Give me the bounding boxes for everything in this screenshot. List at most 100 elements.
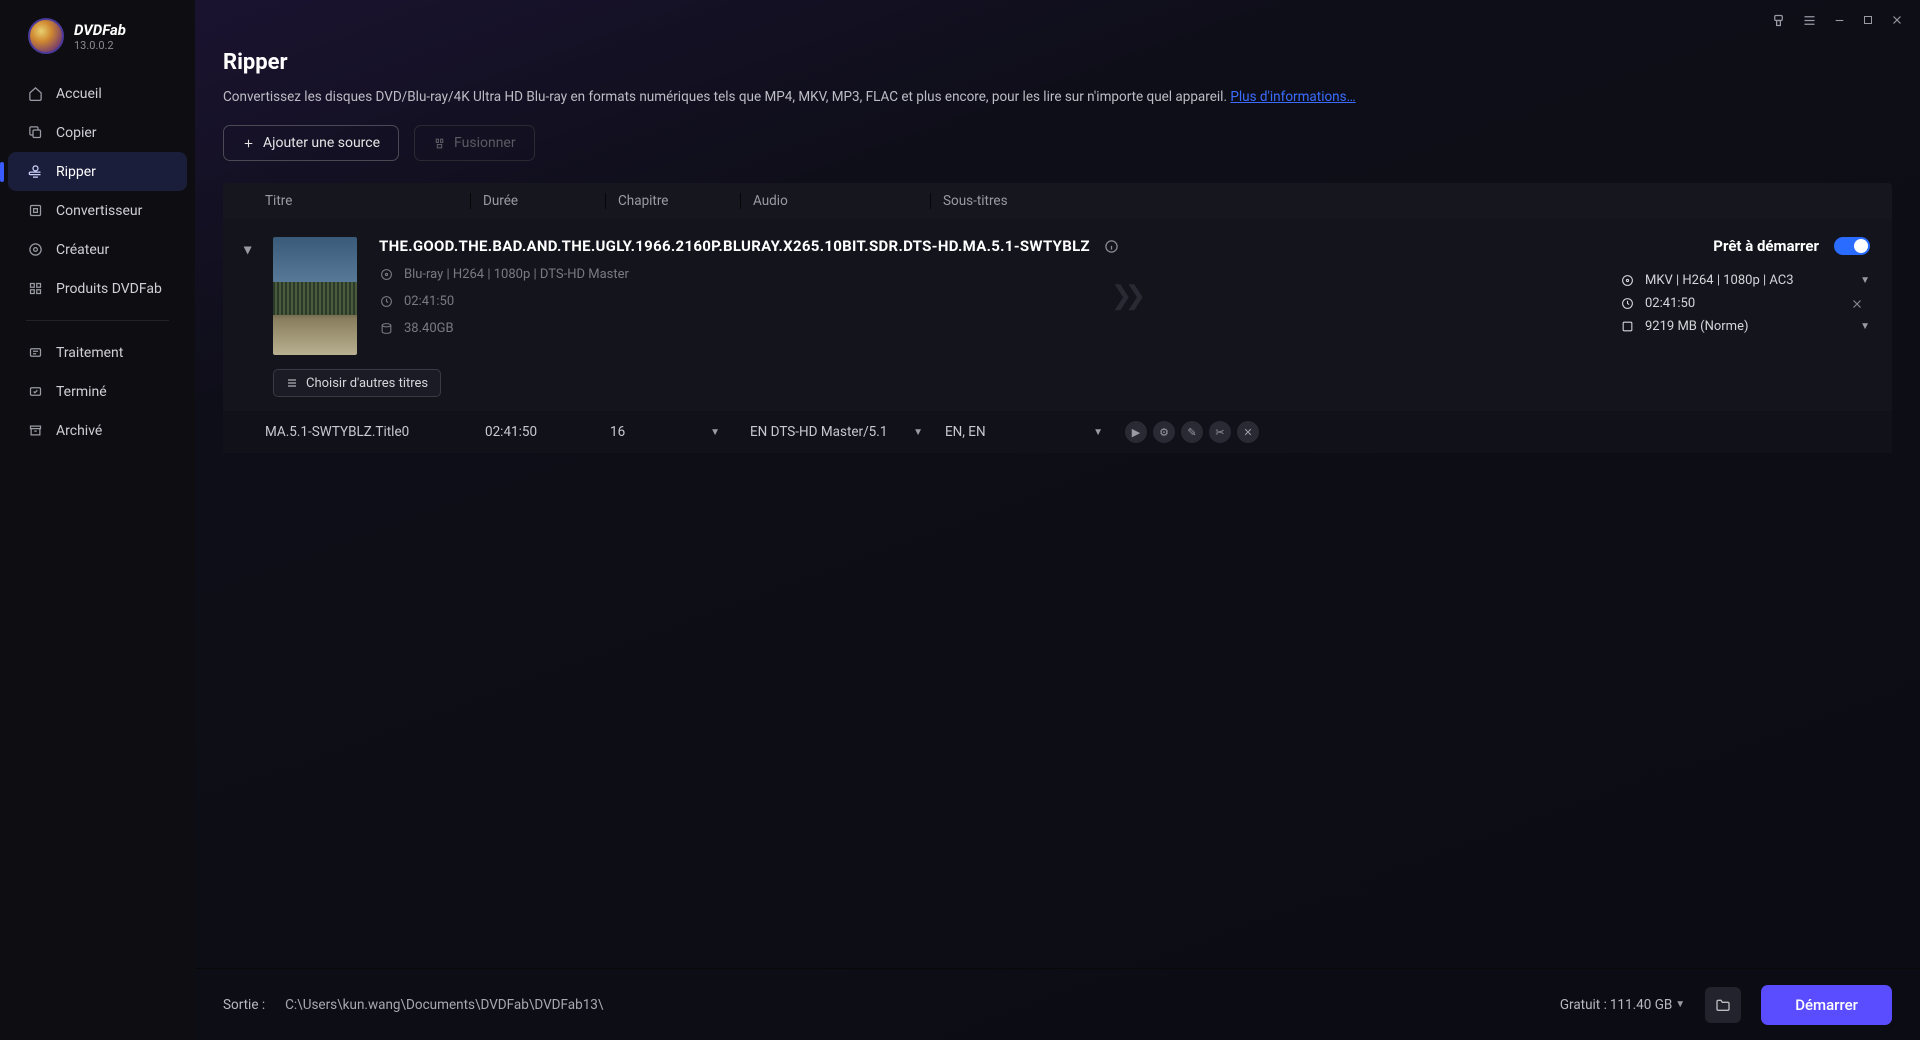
- sidebar-item-produits[interactable]: Produits DVDFab: [8, 269, 187, 308]
- primary-nav: Accueil Copier Ripper Convertisseur Créa…: [0, 74, 195, 450]
- output-size-select[interactable]: 9219 MB (Norme)▼: [1645, 319, 1870, 334]
- chevron-down-icon: ▼: [1675, 999, 1685, 1010]
- processing-icon: [26, 345, 44, 360]
- chevron-down-icon: ▼: [1860, 275, 1870, 286]
- copy-icon: [26, 125, 44, 140]
- done-icon: [26, 384, 44, 399]
- ripper-icon: [26, 164, 44, 179]
- source-thumbnail[interactable]: [273, 237, 357, 355]
- main-panel: Ripper Convertissez les disques DVD/Blu-…: [195, 0, 1920, 1040]
- clock-icon: [379, 295, 394, 308]
- disc-icon: [379, 268, 394, 281]
- crop-icon[interactable]: ✂: [1209, 421, 1231, 443]
- browse-folder-icon[interactable]: [1705, 987, 1741, 1023]
- collapse-toggle-icon[interactable]: ▸: [240, 247, 259, 255]
- merge-button: Fusionner: [414, 125, 535, 161]
- ready-label: Prêt à démarrer: [1713, 237, 1819, 255]
- col-subtitles: Sous-titres: [930, 193, 1130, 209]
- chevron-down-icon: ▼: [1093, 427, 1103, 438]
- list-icon: [286, 377, 298, 389]
- delete-icon[interactable]: ✕: [1237, 421, 1259, 443]
- disc-icon: [1620, 274, 1635, 287]
- maximize-icon[interactable]: [1862, 14, 1874, 26]
- info-icon[interactable]: [1104, 239, 1119, 254]
- choose-titles-button[interactable]: Choisir d'autres titres: [273, 369, 441, 397]
- sidebar-item-label: Créateur: [56, 242, 109, 258]
- converter-icon: [26, 203, 44, 218]
- col-audio: Audio: [740, 193, 930, 209]
- title-row[interactable]: MA.5.1-SWTYBLZ.Title0 02:41:50 16▼ EN DT…: [223, 411, 1892, 453]
- sidebar-item-copier[interactable]: Copier: [8, 113, 187, 152]
- app-logo-icon: [28, 18, 64, 54]
- chevron-down-icon: ▼: [913, 427, 923, 438]
- title-row-actions: ▶ ⚙ ✎ ✂ ✕: [1125, 421, 1259, 443]
- ready-status: Prêt à démarrer: [1713, 237, 1870, 255]
- source-format: Blu-ray | H264 | 1080p | DTS-HD Master: [404, 267, 629, 282]
- chevron-down-icon: ▼: [1860, 321, 1870, 332]
- task-title: THE.GOOD.THE.BAD.AND.THE.UGLY.1966.2160P…: [379, 237, 1090, 255]
- archive-icon: [26, 423, 44, 438]
- source-size: 38.40GB: [404, 321, 454, 336]
- output-format-select[interactable]: MKV | H264 | 1080p | AC3▼: [1645, 273, 1870, 288]
- output-label: Sortie :: [223, 997, 265, 1013]
- storage-icon: [379, 322, 394, 335]
- products-icon: [26, 281, 44, 296]
- task-card: ▸ THE.GOOD.THE.BAD.AND.THE.UGLY.1966.216…: [223, 219, 1892, 453]
- settings-icon[interactable]: ⚙: [1153, 421, 1175, 443]
- pin-icon[interactable]: [1771, 13, 1786, 28]
- title-row-audio-select[interactable]: EN DTS-HD Master/5.1▼: [750, 424, 945, 440]
- nav-separator: [26, 320, 169, 321]
- sidebar-item-accueil[interactable]: Accueil: [8, 74, 187, 113]
- sidebar-item-label: Terminé: [56, 384, 107, 400]
- page-header: Ripper Convertissez les disques DVD/Blu-…: [195, 40, 1920, 183]
- arrow-icon: ❯❯: [1101, 281, 1149, 311]
- task-card-main: ▸ THE.GOOD.THE.BAD.AND.THE.UGLY.1966.216…: [223, 219, 1892, 369]
- col-title: Titre: [265, 193, 470, 209]
- source-duration: 02:41:50: [404, 294, 454, 309]
- add-source-button[interactable]: Ajouter une source: [223, 125, 399, 161]
- sidebar-item-traitement[interactable]: Traitement: [8, 333, 187, 372]
- toolbar: Ajouter une source Fusionner: [223, 125, 1892, 161]
- sidebar: DVDFab 13.0.0.2 Accueil Copier Ripper Co…: [0, 0, 195, 1040]
- table-header: Titre Durée Chapitre Audio Sous-titres: [223, 183, 1892, 219]
- app-name: DVDFab: [74, 21, 126, 39]
- col-duration: Durée: [470, 193, 605, 209]
- sidebar-item-ripper[interactable]: Ripper: [8, 152, 187, 191]
- output-duration: 02:41:50: [1645, 296, 1695, 311]
- sidebar-item-label: Accueil: [56, 86, 102, 102]
- enable-toggle[interactable]: [1834, 237, 1870, 255]
- footer-bar: Sortie : C:\Users\kun.wang\Documents\DVD…: [195, 968, 1920, 1040]
- remove-task-icon[interactable]: [1850, 297, 1864, 311]
- merge-icon: [433, 137, 446, 150]
- start-button[interactable]: Démarrer: [1761, 985, 1892, 1025]
- output-path[interactable]: C:\Users\kun.wang\Documents\DVDFab\DVDFa…: [285, 997, 1540, 1013]
- play-preview-icon[interactable]: ▶: [1125, 421, 1147, 443]
- more-info-link[interactable]: Plus d'informations…: [1230, 89, 1355, 105]
- page-description: Convertissez les disques DVD/Blu-ray/4K …: [223, 87, 1892, 107]
- chevron-down-icon: ▼: [710, 427, 720, 438]
- free-space[interactable]: Gratuit : 111.40 GB▼: [1560, 997, 1685, 1013]
- edit-icon[interactable]: ✎: [1181, 421, 1203, 443]
- clock-icon: [1620, 297, 1635, 310]
- sidebar-item-label: Traitement: [56, 345, 123, 361]
- minimize-icon[interactable]: [1833, 14, 1846, 27]
- title-row-duration: 02:41:50: [485, 424, 610, 440]
- titlebar: [195, 0, 1920, 40]
- sidebar-item-convertisseur[interactable]: Convertisseur: [8, 191, 187, 230]
- title-row-subs-select[interactable]: EN, EN▼: [945, 424, 1125, 440]
- sidebar-item-label: Copier: [56, 125, 97, 141]
- sidebar-item-label: Produits DVDFab: [56, 281, 162, 297]
- close-icon[interactable]: [1890, 13, 1904, 27]
- home-icon: [26, 86, 44, 101]
- sidebar-item-archive[interactable]: Archivé: [8, 411, 187, 450]
- storage-icon: [1620, 320, 1635, 333]
- plus-icon: [242, 137, 255, 150]
- logo-block: DVDFab 13.0.0.2: [0, 18, 195, 54]
- sidebar-item-createur[interactable]: Créateur: [8, 230, 187, 269]
- sidebar-item-termine[interactable]: Terminé: [8, 372, 187, 411]
- sidebar-item-label: Ripper: [56, 164, 96, 180]
- menu-icon[interactable]: [1802, 13, 1817, 28]
- title-row-chapter-select[interactable]: 16▼: [610, 424, 750, 440]
- sidebar-item-label: Convertisseur: [56, 203, 142, 219]
- page-title: Ripper: [223, 50, 1892, 75]
